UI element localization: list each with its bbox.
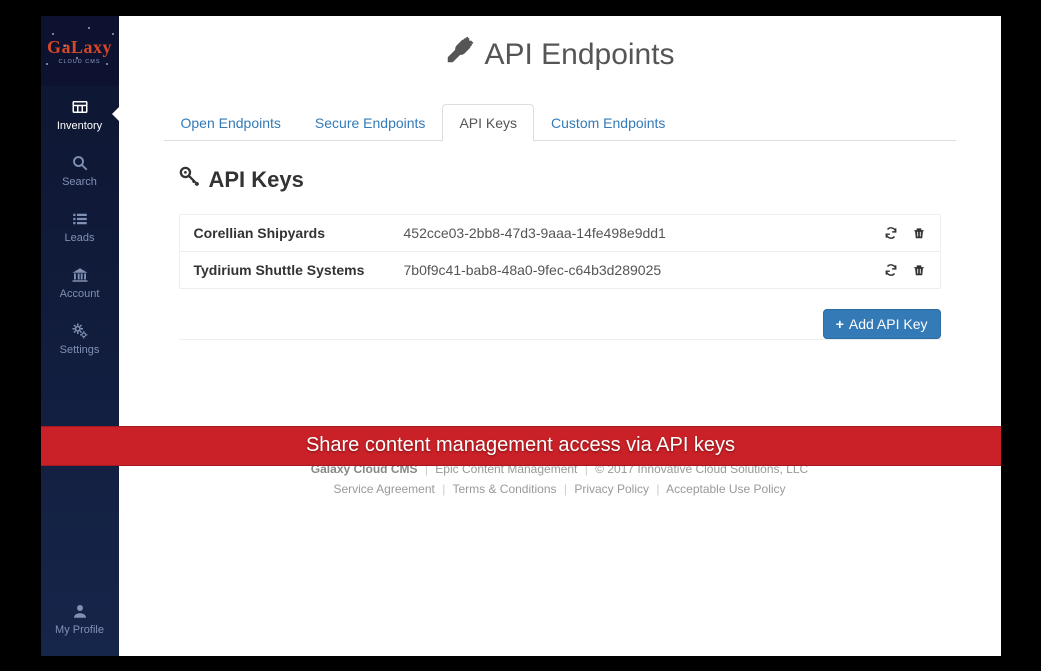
tab-label: Open Endpoints <box>181 115 281 131</box>
sidebar-item-profile[interactable]: My Profile <box>41 590 119 646</box>
plus-icon: + <box>836 316 844 332</box>
key-actions <box>884 263 926 277</box>
sidebar-item-label: Settings <box>60 344 100 356</box>
trash-icon[interactable] <box>912 226 926 240</box>
section-title-text: API Keys <box>209 167 304 193</box>
app-window: GaLaxy CLOUD CMS Inventory Search Le <box>41 16 1001 656</box>
plug-icon <box>444 36 474 74</box>
footer-line-2: Service Agreement | Terms & Conditions |… <box>164 482 956 496</box>
refresh-icon[interactable] <box>884 263 898 277</box>
app-frame: GaLaxy CLOUD CMS Inventory Search Le <box>0 0 1041 671</box>
add-api-key-button[interactable]: + Add API Key <box>823 309 941 339</box>
tab-label: Custom Endpoints <box>551 115 665 131</box>
logo-text: GaLaxy <box>47 37 112 58</box>
cogs-icon <box>41 322 119 340</box>
api-keys-table: Corellian Shipyards 452cce03-2bb8-47d3-9… <box>179 214 941 289</box>
trash-icon[interactable] <box>912 263 926 277</box>
divider <box>179 339 941 340</box>
tab-custom-endpoints[interactable]: Custom Endpoints <box>534 104 682 141</box>
promo-banner: Share content management access via API … <box>41 426 1001 466</box>
search-icon <box>41 154 119 172</box>
tabs: Open Endpoints Secure Endpoints API Keys… <box>164 104 956 141</box>
user-icon <box>41 602 119 620</box>
section-title: API Keys <box>179 166 941 194</box>
grid-icon <box>41 98 119 116</box>
page-title: API Endpoints <box>164 36 956 74</box>
list-icon <box>41 210 119 228</box>
bank-icon <box>41 266 119 284</box>
tab-label: API Keys <box>459 115 517 131</box>
tab-label: Secure Endpoints <box>315 115 426 131</box>
page-title-text: API Endpoints <box>484 38 674 72</box>
footer-link-aup[interactable]: Acceptable Use Policy <box>666 482 785 496</box>
tab-api-keys[interactable]: API Keys <box>442 104 534 141</box>
key-name: Tydirium Shuttle Systems <box>194 262 404 278</box>
table-row: Corellian Shipyards 452cce03-2bb8-47d3-9… <box>180 215 940 252</box>
banner-text: Share content management access via API … <box>306 434 735 457</box>
sidebar-item-account[interactable]: Account <box>41 254 119 310</box>
sidebar-item-inventory[interactable]: Inventory <box>41 86 119 142</box>
key-icon <box>179 166 201 194</box>
footer-link-service[interactable]: Service Agreement <box>333 482 434 496</box>
add-button-label: Add API Key <box>849 316 928 332</box>
sidebar-item-leads[interactable]: Leads <box>41 198 119 254</box>
key-actions <box>884 226 926 240</box>
table-row: Tydirium Shuttle Systems 7b0f9c41-bab8-4… <box>180 252 940 288</box>
section-api-keys: API Keys Corellian Shipyards 452cce03-2b… <box>164 166 956 340</box>
sidebar-item-settings[interactable]: Settings <box>41 310 119 366</box>
logo-subtext: CLOUD CMS <box>58 59 100 65</box>
tab-open-endpoints[interactable]: Open Endpoints <box>164 104 298 141</box>
footer-link-privacy[interactable]: Privacy Policy <box>574 482 649 496</box>
refresh-icon[interactable] <box>884 226 898 240</box>
key-value: 7b0f9c41-bab8-48a0-9fec-c64b3d289025 <box>404 262 884 278</box>
tab-secure-endpoints[interactable]: Secure Endpoints <box>298 104 443 141</box>
key-value: 452cce03-2bb8-47d3-9aaa-14fe498e9dd1 <box>404 225 884 241</box>
key-name: Corellian Shipyards <box>194 225 404 241</box>
sidebar-item-label: Account <box>60 288 100 300</box>
sidebar-item-search[interactable]: Search <box>41 142 119 198</box>
footer-link-terms[interactable]: Terms & Conditions <box>452 482 556 496</box>
logo[interactable]: GaLaxy CLOUD CMS <box>41 16 119 86</box>
sidebar-item-label: Search <box>62 176 97 188</box>
sidebar: GaLaxy CLOUD CMS Inventory Search Le <box>41 16 119 656</box>
main-content: API Endpoints Open Endpoints Secure Endp… <box>119 16 1001 656</box>
sidebar-item-label: Leads <box>65 232 95 244</box>
sidebar-item-label: My Profile <box>55 624 104 636</box>
sidebar-item-label: Inventory <box>57 120 102 132</box>
